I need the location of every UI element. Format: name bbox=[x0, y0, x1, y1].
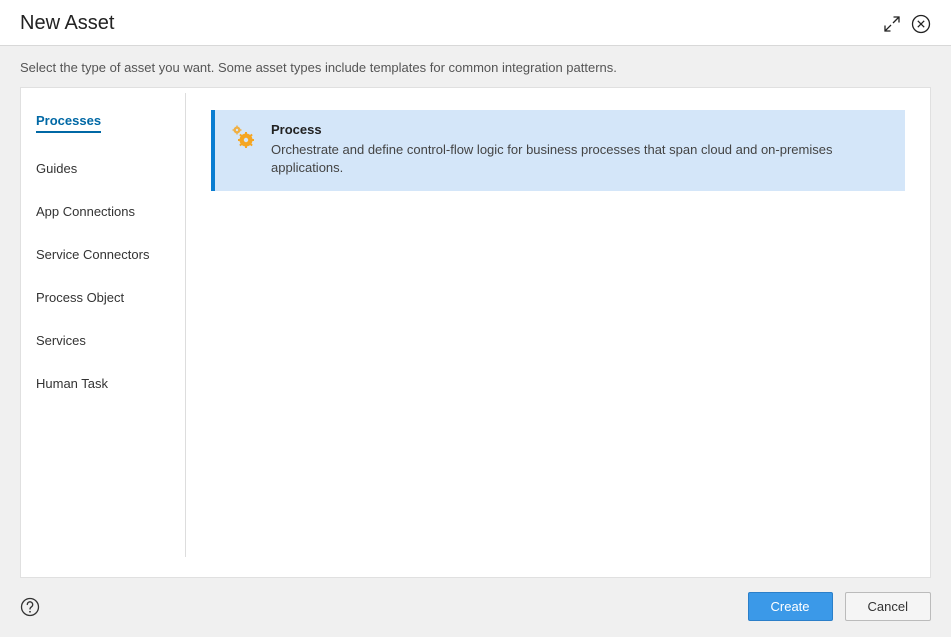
sidebar-item-label: Service Connectors bbox=[36, 247, 149, 262]
sidebar-item-label: App Connections bbox=[36, 204, 135, 219]
sidebar-item-human-task[interactable]: Human Task bbox=[36, 376, 185, 391]
asset-card-process[interactable]: Process Orchestrate and define control-f… bbox=[211, 110, 905, 191]
sidebar-item-guides[interactable]: Guides bbox=[36, 161, 185, 176]
sidebar-item-services[interactable]: Services bbox=[36, 333, 185, 348]
main-panel: Processes Guides App Connections Service… bbox=[20, 87, 931, 578]
header-icons bbox=[883, 14, 931, 34]
cancel-button[interactable]: Cancel bbox=[845, 592, 931, 621]
instruction-text: Select the type of asset you want. Some … bbox=[0, 46, 951, 87]
dialog-footer: Create Cancel bbox=[0, 592, 951, 637]
dialog-title: New Asset bbox=[20, 12, 114, 35]
sidebar-item-label: Human Task bbox=[36, 376, 108, 391]
sidebar-item-process-object[interactable]: Process Object bbox=[36, 290, 185, 305]
sidebar-item-processes[interactable]: Processes bbox=[36, 113, 185, 133]
gear-icon bbox=[231, 124, 257, 151]
close-icon[interactable] bbox=[911, 14, 931, 34]
sidebar-item-service-connectors[interactable]: Service Connectors bbox=[36, 247, 185, 262]
sidebar: Processes Guides App Connections Service… bbox=[21, 93, 186, 557]
dialog-header: New Asset bbox=[0, 0, 951, 46]
content-area: Process Orchestrate and define control-f… bbox=[186, 88, 930, 577]
asset-text: Process Orchestrate and define control-f… bbox=[271, 122, 889, 177]
footer-buttons: Create Cancel bbox=[748, 592, 932, 621]
sidebar-item-label: Processes bbox=[36, 113, 101, 133]
sidebar-item-label: Services bbox=[36, 333, 86, 348]
sidebar-item-app-connections[interactable]: App Connections bbox=[36, 204, 185, 219]
sidebar-item-label: Process Object bbox=[36, 290, 124, 305]
asset-title: Process bbox=[271, 122, 889, 137]
create-button[interactable]: Create bbox=[748, 592, 833, 621]
sidebar-item-label: Guides bbox=[36, 161, 77, 176]
dialog-body: Select the type of asset you want. Some … bbox=[0, 46, 951, 637]
asset-description: Orchestrate and define control-flow logi… bbox=[271, 141, 889, 177]
expand-icon[interactable] bbox=[883, 15, 901, 33]
help-icon[interactable] bbox=[20, 597, 40, 617]
